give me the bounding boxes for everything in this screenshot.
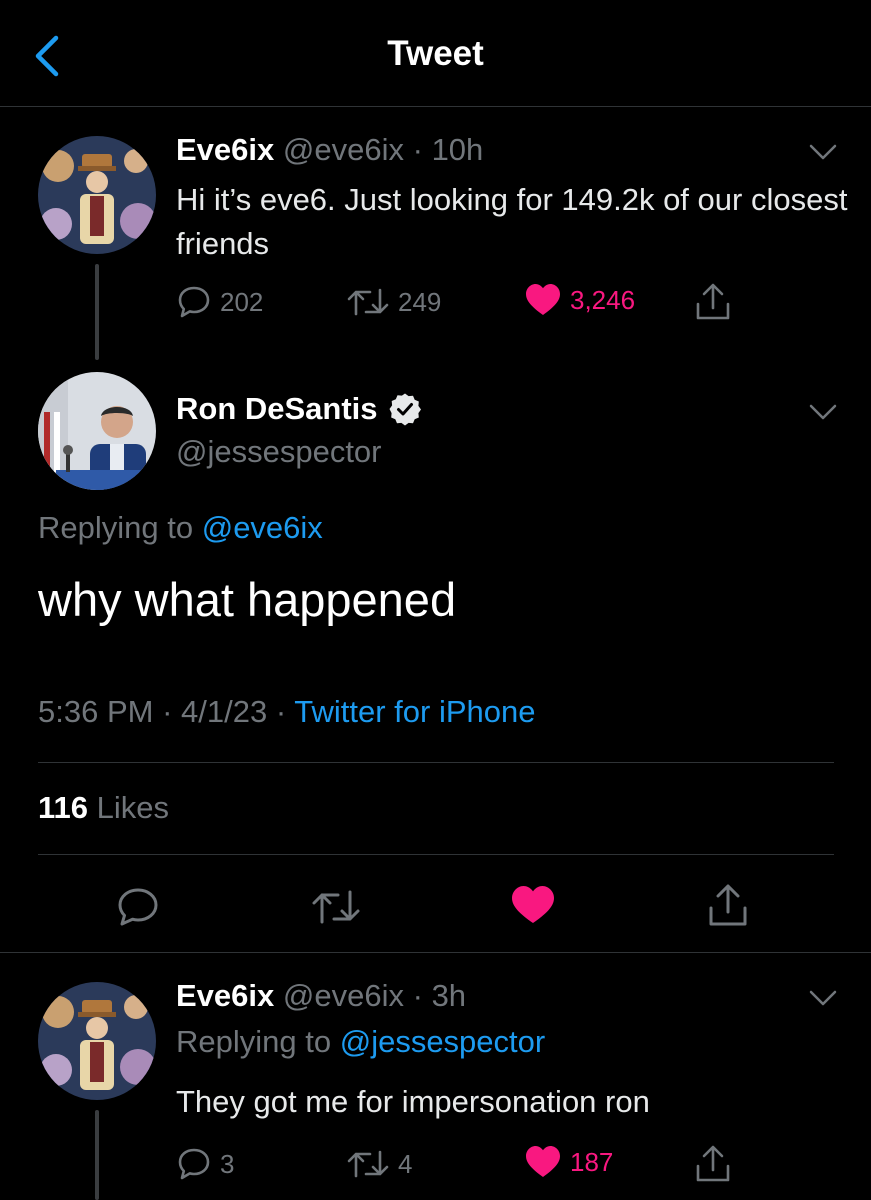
- chevron-down-icon[interactable]: [808, 142, 838, 162]
- timestamp: 10h: [431, 132, 484, 167]
- thread-line: [95, 264, 99, 360]
- separator: ·: [162, 694, 173, 729]
- retweet-icon: [347, 288, 389, 316]
- top-bar: Tweet: [0, 0, 871, 107]
- reply-button[interactable]: 202: [176, 284, 263, 320]
- display-name[interactable]: Eve6ix: [176, 978, 274, 1013]
- avatar[interactable]: [38, 372, 156, 490]
- divider: [38, 762, 834, 763]
- tweet-text: Hi it’s eve6. Just looking for 149.2k of…: [176, 182, 848, 261]
- likes-summary[interactable]: 116 Likes: [38, 790, 169, 826]
- retweet-button[interactable]: [310, 886, 362, 933]
- avatar[interactable]: [38, 136, 156, 254]
- retweet-count: 4: [398, 1148, 413, 1179]
- heart-filled-icon: [526, 1146, 560, 1177]
- handle[interactable]: @jessespector: [176, 434, 382, 470]
- replying-to-link[interactable]: @eve6ix: [202, 510, 323, 545]
- tweet-text: They got me for impersonation ron: [176, 1084, 650, 1119]
- chevron-down-icon[interactable]: [808, 402, 838, 422]
- like-button[interactable]: 187: [524, 1144, 613, 1180]
- avatar[interactable]: [38, 982, 156, 1100]
- share-button[interactable]: [694, 282, 732, 322]
- timestamp: 3h: [431, 978, 467, 1013]
- heart-filled-icon: [526, 284, 560, 315]
- divider: [0, 952, 871, 953]
- tweet-text: why what happened: [38, 573, 457, 626]
- handle[interactable]: @eve6ix: [283, 978, 404, 1013]
- reply-icon: [178, 286, 210, 318]
- like-button[interactable]: 3,246: [524, 282, 635, 318]
- replying-prefix: Replying to: [176, 1024, 332, 1059]
- verified-badge-icon: [389, 393, 421, 426]
- handle[interactable]: @eve6ix: [283, 132, 404, 167]
- display-name[interactable]: Eve6ix: [176, 132, 274, 167]
- retweet-button[interactable]: 249: [346, 284, 441, 320]
- share-button[interactable]: [694, 1144, 732, 1184]
- separator: ·: [412, 978, 423, 1013]
- chevron-down-icon[interactable]: [808, 988, 838, 1008]
- replying-to: Replying to @jessespector: [176, 1024, 545, 1060]
- likes-count: 116: [38, 790, 89, 825]
- like-count: 187: [570, 1146, 614, 1177]
- replying-to-link[interactable]: @jessespector: [340, 1024, 546, 1059]
- like-button[interactable]: [510, 884, 556, 931]
- reply-button[interactable]: 3: [176, 1146, 234, 1182]
- display-name[interactable]: Ron DeSantis: [176, 391, 378, 427]
- reply-count: 202: [220, 286, 264, 317]
- reply-icon: [178, 1148, 210, 1180]
- share-icon: [696, 1145, 730, 1182]
- replying-prefix: Replying to: [38, 510, 194, 545]
- page-title: Tweet: [387, 34, 484, 73]
- reply-icon: [118, 888, 158, 926]
- reply-button[interactable]: [116, 886, 160, 933]
- retweet-button[interactable]: 4: [346, 1146, 412, 1182]
- heart-filled-icon: [512, 886, 554, 923]
- share-icon: [696, 283, 730, 320]
- tweet-date: 4/1/23: [181, 694, 268, 729]
- ron-desantis-avatar-image: [38, 372, 156, 490]
- reply-count: 3: [220, 1148, 235, 1179]
- separator: ·: [275, 694, 287, 729]
- separator: ·: [412, 132, 423, 167]
- share-button[interactable]: [706, 882, 750, 933]
- divider: [38, 854, 834, 855]
- tweet-meta: 5:36 PM · 4/1/23 · Twitter for iPhone: [38, 694, 535, 730]
- retweet-count: 249: [398, 286, 442, 317]
- retweet-icon: [347, 1150, 389, 1178]
- replying-to: Replying to @eve6ix: [38, 510, 323, 546]
- share-icon: [709, 884, 747, 926]
- tweet-time: 5:36 PM: [38, 694, 154, 729]
- eve6ix-avatar-image: [38, 136, 156, 254]
- like-count: 3,246: [570, 284, 636, 315]
- tweet-detail-screen: Tweet Eve6ix @eve6ix · 10h Hi it’s eve6.…: [0, 0, 871, 1200]
- retweet-icon: [312, 890, 360, 924]
- tweet-header: Eve6ix @eve6ix · 10h: [176, 132, 483, 168]
- thread-line: [95, 1110, 99, 1200]
- likes-label: Likes: [96, 790, 170, 825]
- tweet-source-link[interactable]: Twitter for iPhone: [294, 694, 535, 729]
- tweet-header: Eve6ix @eve6ix · 3h: [176, 978, 466, 1014]
- author-name: Ron DeSantis: [176, 391, 422, 427]
- eve6ix-avatar-image: [38, 982, 156, 1100]
